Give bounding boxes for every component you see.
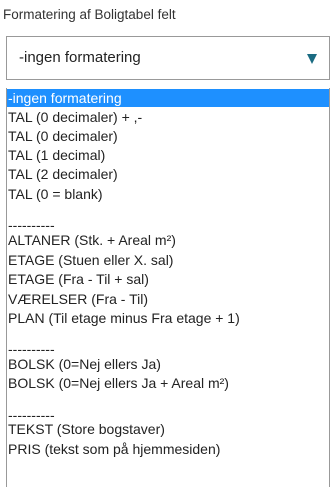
format-field-panel: Formatering af Boligtabel felt -ingen fo… bbox=[0, 0, 336, 487]
option-bolsk[interactable]: BOLSK (0=Nej ellers Ja) bbox=[7, 355, 329, 373]
option-tal-0-decimaler[interactable]: TAL (0 decimaler) bbox=[7, 127, 329, 145]
option-plan[interactable]: PLAN (Til etage minus Fra etage + 1) bbox=[7, 309, 329, 327]
option-tal-2-decimaler[interactable]: TAL (2 decimaler) bbox=[7, 165, 329, 183]
chevron-down-icon[interactable] bbox=[307, 54, 317, 64]
option-tal-0-blank[interactable]: TAL (0 = blank) bbox=[7, 185, 329, 203]
option-tekst[interactable]: TEKST (Store bogstaver) bbox=[7, 420, 329, 438]
option-bolsk-areal[interactable]: BOLSK (0=Nej ellers Ja + Areal m²) bbox=[7, 374, 329, 392]
format-dropdown-list[interactable]: -ingen formatering TAL (0 decimaler) + ,… bbox=[6, 88, 330, 487]
option-vaerelser[interactable]: VÆRELSER (Fra - Til) bbox=[7, 290, 329, 308]
option-tal-0-decimaler-kr[interactable]: TAL (0 decimaler) + ,- bbox=[7, 108, 329, 126]
option-etage-stuen[interactable]: ETAGE (Stuen eller X. sal) bbox=[7, 251, 329, 269]
select-current-value: -ingen formatering bbox=[19, 49, 141, 66]
option-altaner[interactable]: ALTANER (Stk. + Areal m²) bbox=[7, 231, 329, 249]
format-select[interactable]: -ingen formatering bbox=[6, 36, 330, 80]
option-etage-fra-til[interactable]: ETAGE (Fra - Til + sal) bbox=[7, 270, 329, 288]
option-tal-1-decimal[interactable]: TAL (1 decimal) bbox=[7, 146, 329, 164]
option-pris[interactable]: PRIS (tekst som på hjemmesiden) bbox=[7, 440, 329, 458]
field-label: Formatering af Boligtabel felt bbox=[3, 7, 176, 22]
option-ingen-formatering[interactable]: -ingen formatering bbox=[7, 89, 329, 107]
